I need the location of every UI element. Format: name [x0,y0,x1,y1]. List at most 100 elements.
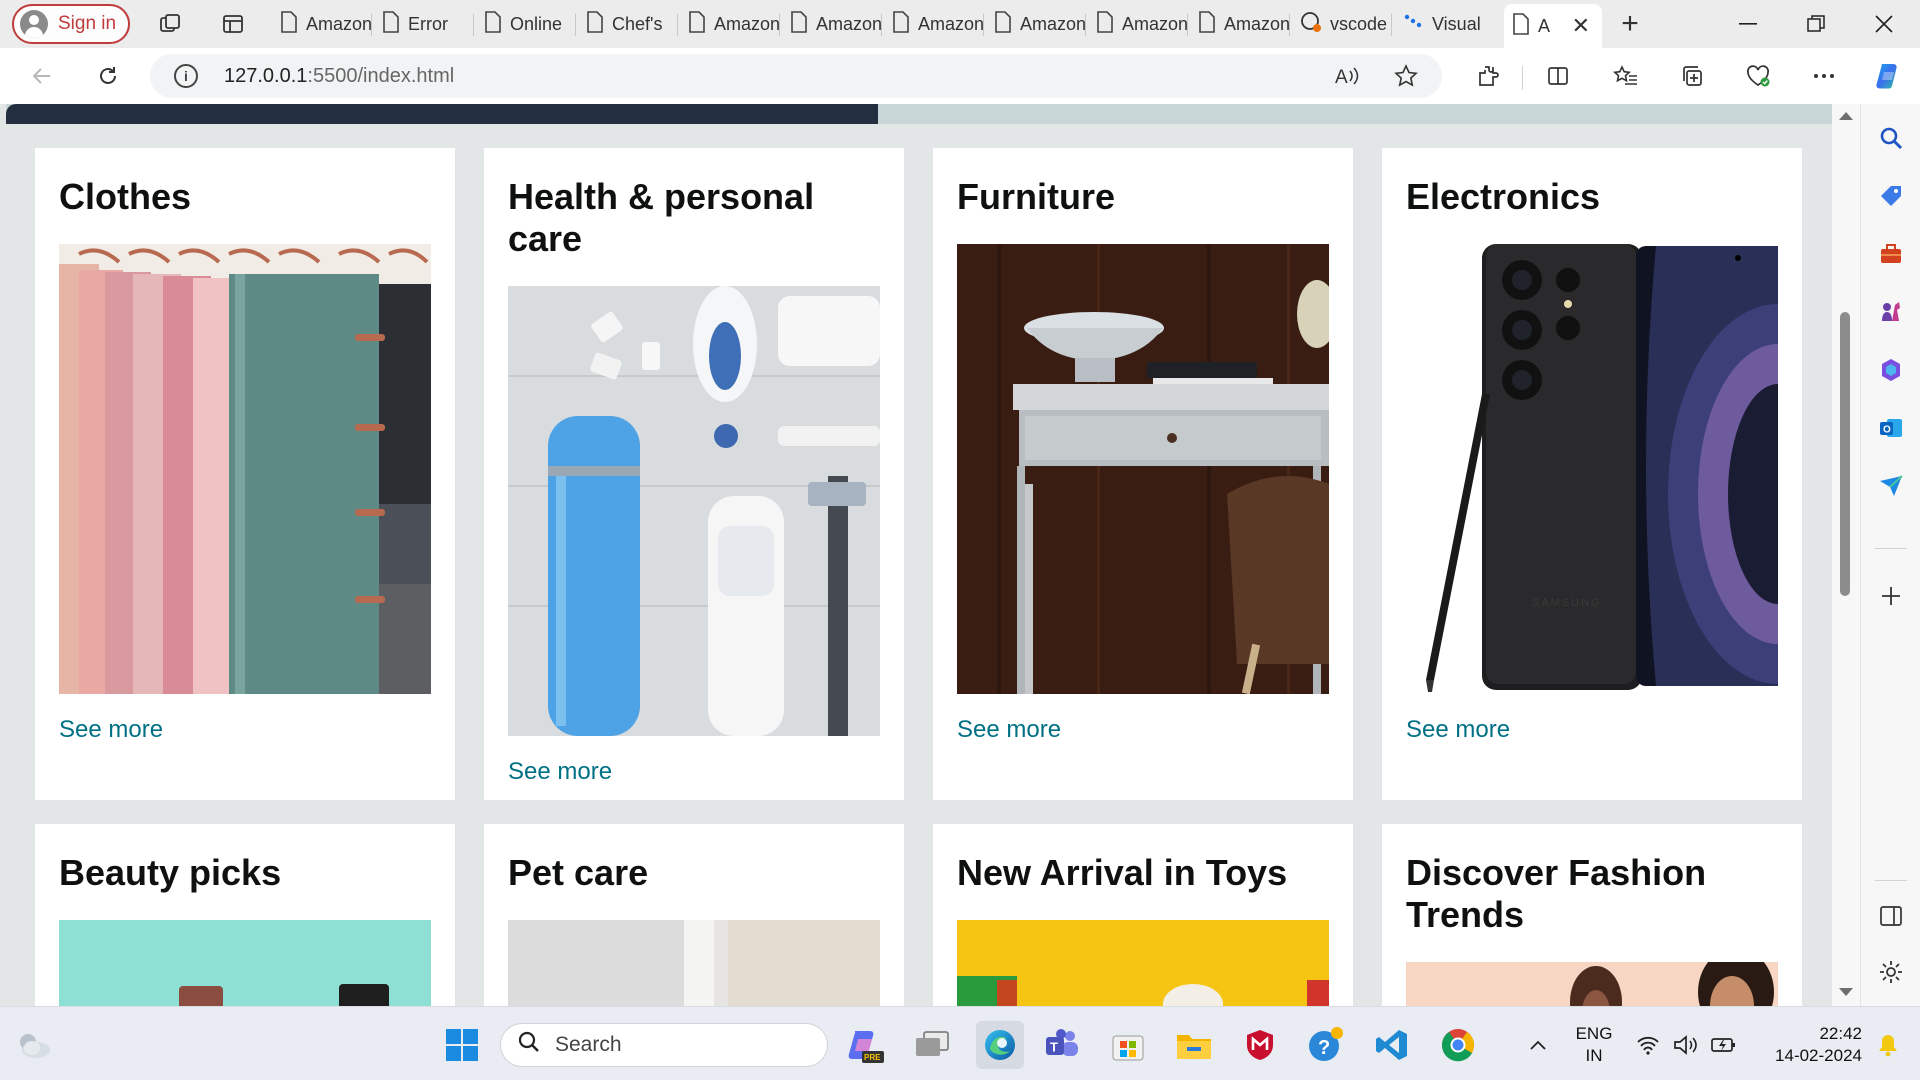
notifications-bell-icon[interactable] [1868,1023,1908,1067]
show-hidden-icons-chevron-icon[interactable] [1518,1023,1558,1067]
restore-button[interactable] [1788,8,1844,40]
sidebar-settings-gear-icon[interactable] [1875,956,1907,988]
tab-title: Amazon [1224,13,1290,34]
battery-charging-icon[interactable] [1706,1023,1742,1067]
settings-more-icon[interactable] [1808,60,1840,92]
taskbar-search-input[interactable]: Search [500,1023,828,1067]
vscode-icon[interactable] [1370,1023,1414,1067]
volume-icon[interactable] [1668,1023,1704,1067]
collections-icon[interactable] [1676,60,1708,92]
tab-title: Amazon [714,13,780,34]
read-aloud-icon[interactable]: A [1332,60,1364,92]
browser-tab[interactable]: vscode [1292,4,1392,44]
header-dark-band [6,104,878,124]
edge-sidebar: O [1860,104,1920,1006]
category-card-clothes[interactable]: Clothes See more [35,148,455,800]
copilot-icon[interactable] [1870,58,1906,94]
browser-tab[interactable]: Amazon [782,4,882,44]
file-explorer-icon[interactable] [1172,1023,1216,1067]
category-card-toys[interactable]: New Arrival in Toys [933,824,1353,1006]
scrollbar-thumb[interactable] [1840,312,1850,596]
card-title: Health & personal care [508,176,815,259]
favorites-icon[interactable] [1610,60,1642,92]
browser-tab[interactable]: Chef's [578,4,678,44]
outlook-icon[interactable]: O [1875,412,1907,444]
add-plus-icon[interactable] [1875,580,1907,612]
browser-tab-active[interactable]: A ✕ [1504,4,1602,48]
category-card-pet-care[interactable]: Pet care [484,824,904,1006]
toys-image [957,920,1329,1006]
category-card-furniture[interactable]: Furniture See more [933,148,1353,800]
browser-tab[interactable]: Amazon [680,4,780,44]
sign-in-button[interactable]: Sign in [12,4,130,44]
see-more-link[interactable]: See more [508,758,612,786]
scroll-up-arrow-icon[interactable] [1839,112,1853,120]
see-more-link[interactable]: See more [957,716,1061,744]
browser-tab[interactable]: Amazon [884,4,984,44]
clock[interactable]: 22:42 14-02-2024 [1752,1023,1862,1067]
microsoft-365-icon[interactable] [1875,354,1907,386]
teams-icon[interactable]: T [1040,1023,1084,1067]
vscode-live-icon [1300,11,1322,38]
svg-text:PRE: PRE [864,1053,881,1062]
browser-tab[interactable]: Amazon [986,4,1086,44]
see-more-link[interactable]: See more [59,716,163,744]
language-code: ENG [1575,1024,1613,1043]
microsoft-store-icon[interactable] [1106,1023,1150,1067]
send-drop-icon[interactable] [1875,470,1907,502]
clock-time: 22:42 [1819,1024,1862,1043]
refresh-icon[interactable] [92,60,124,92]
browser-tab[interactable]: Online [476,4,576,44]
page-icon [586,10,604,38]
see-more-link[interactable]: See more [1406,716,1510,744]
tab-title: Amazon [306,13,372,34]
category-card-beauty[interactable]: Beauty picks [35,824,455,1006]
category-card-fashion[interactable]: Discover Fashion Trends [1382,824,1802,1006]
favorite-star-icon[interactable] [1390,60,1422,92]
copilot-preview-icon[interactable]: PRE [842,1023,886,1067]
clock-date: 14-02-2024 [1775,1046,1862,1065]
browser-essentials-icon[interactable] [1742,60,1774,92]
chrome-icon[interactable] [1436,1023,1480,1067]
browser-tab[interactable]: Error [374,4,474,44]
search-icon[interactable] [1875,122,1907,154]
loading-dots-icon [1402,11,1424,38]
browser-tab[interactable]: Amazon [272,4,372,44]
page-scrollbar[interactable] [1832,104,1860,1006]
split-screen-icon[interactable] [1542,60,1574,92]
workspaces-icon[interactable] [156,10,184,38]
address-url[interactable]: 127.0.0.1:5500/index.html [224,65,454,88]
tab-actions-icon[interactable] [219,10,247,38]
get-help-icon[interactable]: ? [1304,1023,1348,1067]
mcafee-icon[interactable] [1238,1023,1282,1067]
extensions-icon[interactable] [1472,60,1504,92]
close-tab-icon[interactable]: ✕ [1572,13,1590,39]
category-card-electronics[interactable]: Electronics SAMSUNG See more [1382,148,1802,800]
browser-tab[interactable]: Amazon [1190,4,1290,44]
scroll-down-arrow-icon[interactable] [1839,988,1853,996]
back-arrow-icon[interactable] [26,60,58,92]
browser-tab[interactable]: Amazon [1088,4,1188,44]
windows-taskbar: Search PRE T ? ENG IN 22:42 14-02-2024 [0,1006,1920,1080]
windows-start-icon[interactable] [440,1023,484,1067]
language-indicator[interactable]: ENG IN [1574,1023,1614,1067]
shopping-tag-icon[interactable] [1875,180,1907,212]
browser-tab[interactable]: Visual [1394,4,1494,44]
weather-cloud-icon[interactable] [12,1023,56,1067]
edge-taskbar-icon[interactable] [976,1021,1024,1069]
pet-care-image [508,920,880,1006]
close-window-button[interactable] [1856,8,1912,40]
minimize-button[interactable] [1720,8,1776,40]
site-info-icon[interactable]: i [174,64,198,88]
hide-sidebar-icon[interactable] [1875,900,1907,932]
category-card-health[interactable]: Health & personal care See more [484,148,904,800]
page-viewport: Clothes See more Health & personal care … [0,104,1832,1006]
page-icon [484,10,502,38]
url-path: :5500/index.html [307,64,455,87]
task-view-icon[interactable] [910,1023,954,1067]
new-tab-button[interactable]: + [1612,6,1648,42]
games-chess-icon[interactable] [1875,296,1907,328]
wifi-icon[interactable] [1630,1023,1666,1067]
address-bar[interactable]: i 127.0.0.1:5500/index.html [150,54,1442,98]
tools-briefcase-icon[interactable] [1875,238,1907,270]
